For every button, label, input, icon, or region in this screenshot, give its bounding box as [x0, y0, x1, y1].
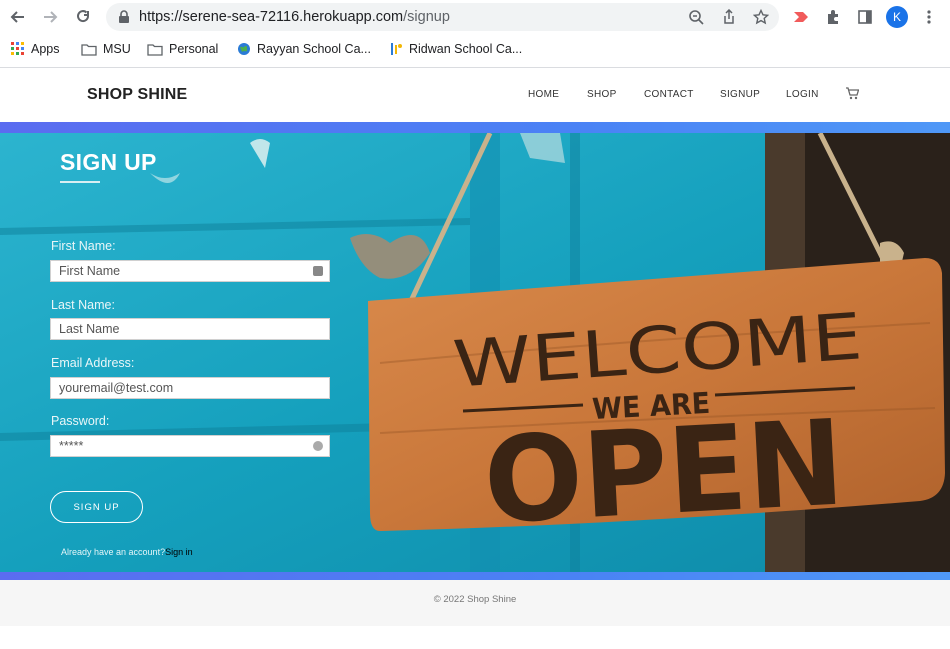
email-field[interactable]: youremail@test.com: [50, 377, 330, 399]
zoom-icon[interactable]: [687, 8, 705, 26]
accent-band-bottom: [0, 572, 950, 580]
brand-logo[interactable]: SHOP SHINE: [87, 86, 187, 104]
side-panel-icon[interactable]: [854, 6, 876, 28]
last-name-field[interactable]: Last Name: [50, 318, 330, 340]
first-name-field[interactable]: First Name: [50, 260, 330, 282]
last-name-label: Last Name:: [51, 298, 115, 312]
bookmark-personal[interactable]: Personal: [147, 40, 218, 58]
nav-contact[interactable]: CONTACT: [644, 89, 694, 100]
site-header: SHOP SHINE HOME SHOP CONTACT SIGNUP LOGI…: [0, 68, 950, 122]
sign-open-text: OPEN: [481, 393, 848, 550]
title-underline: [60, 181, 100, 183]
already-account-text: Already have an account?Sign in: [61, 547, 193, 557]
password-field[interactable]: *****: [50, 435, 330, 457]
forward-icon[interactable]: [38, 5, 62, 29]
last-name-placeholder: Last Name: [59, 322, 120, 336]
signin-link[interactable]: Sign in: [165, 547, 193, 557]
folder-icon: [81, 43, 97, 56]
nav-home[interactable]: HOME: [528, 89, 559, 100]
folder-icon: [147, 43, 163, 56]
bookmark-rayyan[interactable]: Rayyan School Ca...: [237, 40, 371, 58]
first-name-placeholder: First Name: [59, 264, 121, 278]
browser-chrome: https://serene-sea-72116.herokuapp.com/s…: [0, 0, 950, 68]
password-key-icon[interactable]: [313, 441, 323, 451]
school-logo-icon: [391, 43, 402, 55]
globe-icon: [238, 43, 250, 55]
nav-signup[interactable]: SIGNUP: [720, 89, 760, 100]
bookmark-ridwan[interactable]: Ridwan School Ca...: [389, 40, 522, 58]
reload-icon[interactable]: [71, 5, 95, 29]
hero-section: WELCOME WE ARE OPEN SIGN UP First Name: …: [0, 133, 950, 573]
apps-grid-icon: [11, 42, 24, 55]
password-value: *****: [59, 439, 84, 453]
bookmark-star-icon[interactable]: [752, 8, 770, 26]
accent-band-top: [0, 122, 950, 133]
copyright-text: © 2022 Shop Shine: [433, 594, 517, 605]
email-placeholder: youremail@test.com: [59, 381, 174, 395]
signup-title: SIGN UP: [60, 149, 157, 175]
profile-avatar[interactable]: K: [886, 6, 908, 28]
kebab-menu-icon[interactable]: [918, 6, 940, 28]
nav-login[interactable]: LOGIN: [786, 89, 819, 100]
first-name-label: First Name:: [51, 239, 116, 253]
extensions-icon[interactable]: [822, 6, 844, 28]
cart-icon[interactable]: [845, 87, 860, 105]
password-label: Password:: [51, 414, 110, 428]
autofill-card-icon[interactable]: [313, 266, 323, 276]
email-label: Email Address:: [51, 356, 135, 370]
signup-button[interactable]: SIGN UP: [50, 491, 143, 523]
lock-icon: [115, 8, 133, 26]
url-text: https://serene-sea-72116.herokuapp.com/s…: [139, 9, 450, 25]
back-icon[interactable]: [6, 5, 30, 29]
share-icon[interactable]: [720, 8, 738, 26]
bookmark-apps[interactable]: Apps: [11, 40, 60, 58]
extension-cast-icon[interactable]: [790, 6, 812, 28]
address-bar[interactable]: https://serene-sea-72116.herokuapp.com/s…: [106, 3, 779, 31]
nav-shop[interactable]: SHOP: [587, 89, 617, 100]
site-footer: © 2022 Shop Shine: [0, 580, 950, 626]
bookmark-msu[interactable]: MSU: [81, 40, 131, 58]
